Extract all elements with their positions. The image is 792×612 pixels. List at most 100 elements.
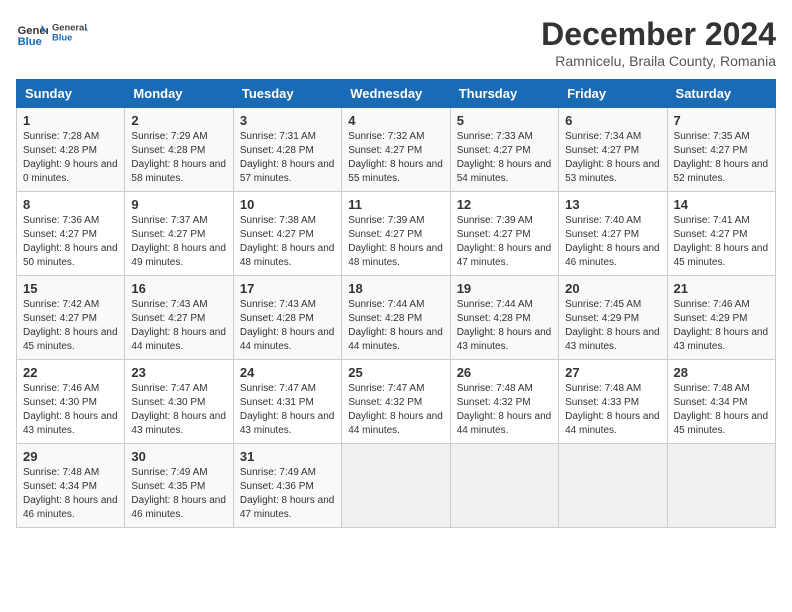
calendar-cell: 7 Sunrise: 7:35 AM Sunset: 4:27 PM Dayli… bbox=[667, 108, 775, 192]
logo: General Blue General Blue bbox=[16, 16, 88, 52]
calendar-header-sunday: Sunday bbox=[17, 80, 125, 108]
logo-icon: General Blue bbox=[16, 18, 48, 50]
day-number: 9 bbox=[131, 197, 226, 212]
cell-info: Sunrise: 7:44 AM Sunset: 4:28 PM Dayligh… bbox=[457, 298, 552, 354]
day-number: 15 bbox=[23, 281, 118, 296]
day-number: 24 bbox=[240, 365, 335, 380]
day-number: 29 bbox=[23, 449, 118, 464]
cell-info: Sunrise: 7:41 AM Sunset: 4:27 PM Dayligh… bbox=[674, 214, 769, 270]
day-number: 12 bbox=[457, 197, 552, 212]
calendar-cell: 27 Sunrise: 7:48 AM Sunset: 4:33 PM Dayl… bbox=[559, 360, 667, 444]
calendar-cell: 26 Sunrise: 7:48 AM Sunset: 4:32 PM Dayl… bbox=[450, 360, 558, 444]
gb-logo-graphic: General Blue bbox=[52, 16, 88, 52]
calendar-cell: 31 Sunrise: 7:49 AM Sunset: 4:36 PM Dayl… bbox=[233, 444, 341, 528]
calendar-cell: 4 Sunrise: 7:32 AM Sunset: 4:27 PM Dayli… bbox=[342, 108, 450, 192]
calendar-cell bbox=[342, 444, 450, 528]
calendar-cell: 12 Sunrise: 7:39 AM Sunset: 4:27 PM Dayl… bbox=[450, 192, 558, 276]
calendar-cell: 1 Sunrise: 7:28 AM Sunset: 4:28 PM Dayli… bbox=[17, 108, 125, 192]
calendar-table: SundayMondayTuesdayWednesdayThursdayFrid… bbox=[16, 79, 776, 528]
day-number: 16 bbox=[131, 281, 226, 296]
day-number: 18 bbox=[348, 281, 443, 296]
calendar-cell: 10 Sunrise: 7:38 AM Sunset: 4:27 PM Dayl… bbox=[233, 192, 341, 276]
calendar-cell: 3 Sunrise: 7:31 AM Sunset: 4:28 PM Dayli… bbox=[233, 108, 341, 192]
calendar-header-saturday: Saturday bbox=[667, 80, 775, 108]
calendar-cell: 29 Sunrise: 7:48 AM Sunset: 4:34 PM Dayl… bbox=[17, 444, 125, 528]
day-number: 31 bbox=[240, 449, 335, 464]
day-number: 25 bbox=[348, 365, 443, 380]
svg-text:Blue: Blue bbox=[52, 32, 72, 42]
day-number: 2 bbox=[131, 113, 226, 128]
cell-info: Sunrise: 7:46 AM Sunset: 4:30 PM Dayligh… bbox=[23, 382, 118, 438]
cell-info: Sunrise: 7:35 AM Sunset: 4:27 PM Dayligh… bbox=[674, 130, 769, 186]
calendar-cell: 13 Sunrise: 7:40 AM Sunset: 4:27 PM Dayl… bbox=[559, 192, 667, 276]
cell-info: Sunrise: 7:39 AM Sunset: 4:27 PM Dayligh… bbox=[348, 214, 443, 270]
cell-info: Sunrise: 7:48 AM Sunset: 4:32 PM Dayligh… bbox=[457, 382, 552, 438]
day-number: 4 bbox=[348, 113, 443, 128]
day-number: 19 bbox=[457, 281, 552, 296]
calendar-cell: 5 Sunrise: 7:33 AM Sunset: 4:27 PM Dayli… bbox=[450, 108, 558, 192]
calendar-cell bbox=[667, 444, 775, 528]
day-number: 30 bbox=[131, 449, 226, 464]
calendar-cell: 30 Sunrise: 7:49 AM Sunset: 4:35 PM Dayl… bbox=[125, 444, 233, 528]
calendar-cell: 25 Sunrise: 7:47 AM Sunset: 4:32 PM Dayl… bbox=[342, 360, 450, 444]
svg-text:General: General bbox=[18, 25, 48, 37]
calendar-cell: 17 Sunrise: 7:43 AM Sunset: 4:28 PM Dayl… bbox=[233, 276, 341, 360]
calendar-cell: 28 Sunrise: 7:48 AM Sunset: 4:34 PM Dayl… bbox=[667, 360, 775, 444]
cell-info: Sunrise: 7:31 AM Sunset: 4:28 PM Dayligh… bbox=[240, 130, 335, 186]
cell-info: Sunrise: 7:29 AM Sunset: 4:28 PM Dayligh… bbox=[131, 130, 226, 186]
cell-info: Sunrise: 7:37 AM Sunset: 4:27 PM Dayligh… bbox=[131, 214, 226, 270]
calendar-cell: 6 Sunrise: 7:34 AM Sunset: 4:27 PM Dayli… bbox=[559, 108, 667, 192]
day-number: 7 bbox=[674, 113, 769, 128]
calendar-cell: 20 Sunrise: 7:45 AM Sunset: 4:29 PM Dayl… bbox=[559, 276, 667, 360]
calendar-header-monday: Monday bbox=[125, 80, 233, 108]
cell-info: Sunrise: 7:47 AM Sunset: 4:32 PM Dayligh… bbox=[348, 382, 443, 438]
day-number: 23 bbox=[131, 365, 226, 380]
page-subtitle: Ramnicelu, Braila County, Romania bbox=[541, 53, 776, 69]
calendar-cell bbox=[450, 444, 558, 528]
cell-info: Sunrise: 7:38 AM Sunset: 4:27 PM Dayligh… bbox=[240, 214, 335, 270]
calendar-week-3: 15 Sunrise: 7:42 AM Sunset: 4:27 PM Dayl… bbox=[17, 276, 776, 360]
cell-info: Sunrise: 7:42 AM Sunset: 4:27 PM Dayligh… bbox=[23, 298, 118, 354]
day-number: 21 bbox=[674, 281, 769, 296]
cell-info: Sunrise: 7:48 AM Sunset: 4:33 PM Dayligh… bbox=[565, 382, 660, 438]
calendar-cell: 11 Sunrise: 7:39 AM Sunset: 4:27 PM Dayl… bbox=[342, 192, 450, 276]
calendar-header-row: SundayMondayTuesdayWednesdayThursdayFrid… bbox=[17, 80, 776, 108]
cell-info: Sunrise: 7:48 AM Sunset: 4:34 PM Dayligh… bbox=[674, 382, 769, 438]
calendar-week-2: 8 Sunrise: 7:36 AM Sunset: 4:27 PM Dayli… bbox=[17, 192, 776, 276]
calendar-header-tuesday: Tuesday bbox=[233, 80, 341, 108]
calendar-header-wednesday: Wednesday bbox=[342, 80, 450, 108]
cell-info: Sunrise: 7:45 AM Sunset: 4:29 PM Dayligh… bbox=[565, 298, 660, 354]
day-number: 17 bbox=[240, 281, 335, 296]
calendar-cell: 16 Sunrise: 7:43 AM Sunset: 4:27 PM Dayl… bbox=[125, 276, 233, 360]
title-area: December 2024 Ramnicelu, Braila County, … bbox=[541, 16, 776, 69]
day-number: 26 bbox=[457, 365, 552, 380]
calendar-week-5: 29 Sunrise: 7:48 AM Sunset: 4:34 PM Dayl… bbox=[17, 444, 776, 528]
cell-info: Sunrise: 7:48 AM Sunset: 4:34 PM Dayligh… bbox=[23, 466, 118, 522]
cell-info: Sunrise: 7:47 AM Sunset: 4:30 PM Dayligh… bbox=[131, 382, 226, 438]
day-number: 10 bbox=[240, 197, 335, 212]
day-number: 28 bbox=[674, 365, 769, 380]
day-number: 5 bbox=[457, 113, 552, 128]
cell-info: Sunrise: 7:39 AM Sunset: 4:27 PM Dayligh… bbox=[457, 214, 552, 270]
cell-info: Sunrise: 7:28 AM Sunset: 4:28 PM Dayligh… bbox=[23, 130, 118, 186]
cell-info: Sunrise: 7:33 AM Sunset: 4:27 PM Dayligh… bbox=[457, 130, 552, 186]
svg-text:Blue: Blue bbox=[18, 36, 42, 48]
calendar-cell: 14 Sunrise: 7:41 AM Sunset: 4:27 PM Dayl… bbox=[667, 192, 775, 276]
calendar-cell: 21 Sunrise: 7:46 AM Sunset: 4:29 PM Dayl… bbox=[667, 276, 775, 360]
calendar-cell: 15 Sunrise: 7:42 AM Sunset: 4:27 PM Dayl… bbox=[17, 276, 125, 360]
header: General Blue General Blue December 2024 … bbox=[16, 16, 776, 69]
day-number: 22 bbox=[23, 365, 118, 380]
calendar-header-thursday: Thursday bbox=[450, 80, 558, 108]
cell-info: Sunrise: 7:49 AM Sunset: 4:36 PM Dayligh… bbox=[240, 466, 335, 522]
calendar-cell: 22 Sunrise: 7:46 AM Sunset: 4:30 PM Dayl… bbox=[17, 360, 125, 444]
day-number: 8 bbox=[23, 197, 118, 212]
calendar-cell: 19 Sunrise: 7:44 AM Sunset: 4:28 PM Dayl… bbox=[450, 276, 558, 360]
cell-info: Sunrise: 7:43 AM Sunset: 4:28 PM Dayligh… bbox=[240, 298, 335, 354]
calendar-cell: 24 Sunrise: 7:47 AM Sunset: 4:31 PM Dayl… bbox=[233, 360, 341, 444]
cell-info: Sunrise: 7:44 AM Sunset: 4:28 PM Dayligh… bbox=[348, 298, 443, 354]
cell-info: Sunrise: 7:32 AM Sunset: 4:27 PM Dayligh… bbox=[348, 130, 443, 186]
calendar-cell: 9 Sunrise: 7:37 AM Sunset: 4:27 PM Dayli… bbox=[125, 192, 233, 276]
calendar-cell bbox=[559, 444, 667, 528]
calendar-week-1: 1 Sunrise: 7:28 AM Sunset: 4:28 PM Dayli… bbox=[17, 108, 776, 192]
day-number: 13 bbox=[565, 197, 660, 212]
